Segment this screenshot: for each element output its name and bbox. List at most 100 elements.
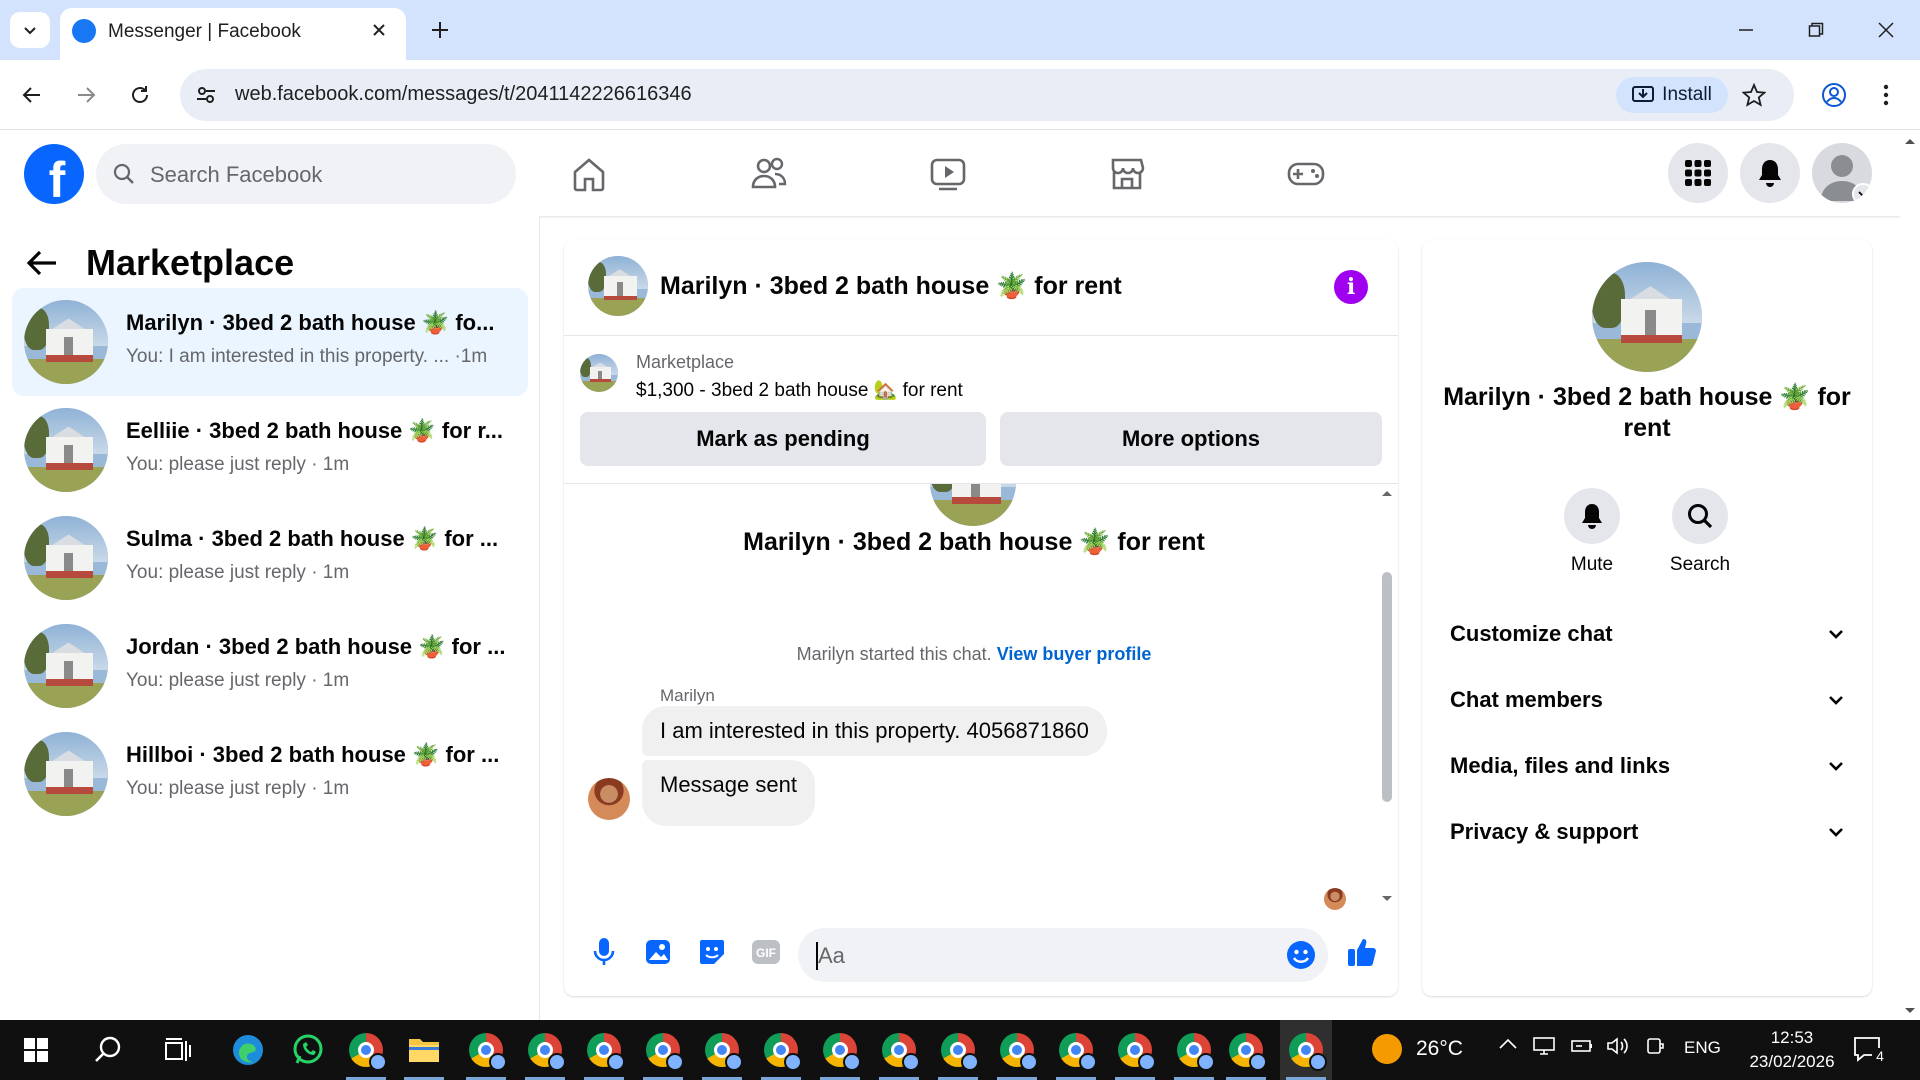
chrome-taskbar-button[interactable] bbox=[344, 1028, 388, 1080]
nav-video[interactable] bbox=[924, 150, 972, 198]
back-button[interactable] bbox=[14, 77, 50, 113]
chrome-taskbar-button[interactable] bbox=[1224, 1028, 1268, 1080]
address-bar[interactable]: web.facebook.com/messages/t/204114222661… bbox=[180, 69, 1794, 121]
conversation-item[interactable]: Eelliie · 3bed 2 bath house 🪴 for r... Y… bbox=[12, 396, 528, 504]
close-window-button[interactable] bbox=[1864, 10, 1908, 50]
show-hidden-icons-button[interactable] bbox=[1498, 1036, 1518, 1056]
chrome-taskbar-button[interactable] bbox=[700, 1028, 744, 1080]
search-action[interactable]: Search bbox=[1660, 488, 1740, 576]
forward-button[interactable] bbox=[68, 77, 104, 113]
volume-button[interactable] bbox=[1606, 1036, 1630, 1061]
chrome-taskbar-button-active[interactable] bbox=[1284, 1028, 1328, 1080]
chat-members-section[interactable]: Chat members bbox=[1434, 670, 1860, 730]
arrow-right-icon bbox=[78, 87, 96, 103]
menu-button[interactable] bbox=[1668, 143, 1728, 203]
voice-clip-button[interactable] bbox=[586, 934, 622, 970]
input-language[interactable]: ENG bbox=[1684, 1038, 1721, 1058]
system-clock[interactable]: 12:53 23/02/2026 bbox=[1744, 1026, 1840, 1074]
chrome-taskbar-button[interactable] bbox=[877, 1028, 921, 1080]
start-button[interactable] bbox=[14, 1028, 58, 1072]
listing-thumbnail[interactable] bbox=[1592, 262, 1702, 372]
weather-widget[interactable]: 26°C bbox=[1372, 1034, 1463, 1064]
restore-button[interactable] bbox=[1794, 10, 1838, 50]
tab-search-button[interactable] bbox=[10, 12, 50, 48]
chrome-taskbar-button[interactable] bbox=[523, 1028, 567, 1080]
edge-taskbar-button[interactable] bbox=[226, 1028, 270, 1072]
account-dropdown-badge[interactable] bbox=[1852, 183, 1872, 203]
profile-button[interactable] bbox=[1816, 77, 1852, 113]
conversation-item[interactable]: Sulma · 3bed 2 bath house 🪴 for ... You:… bbox=[12, 504, 528, 612]
whatsapp-taskbar-button[interactable] bbox=[286, 1028, 330, 1072]
attach-photo-button[interactable] bbox=[640, 934, 676, 970]
mark-as-pending-button[interactable]: Mark as pending bbox=[580, 412, 986, 466]
chrome-taskbar-button[interactable] bbox=[582, 1028, 626, 1080]
message-input[interactable]: Aa bbox=[798, 928, 1328, 982]
sender-avatar[interactable] bbox=[588, 778, 630, 820]
task-view-button[interactable] bbox=[156, 1028, 200, 1072]
url-text[interactable]: web.facebook.com/messages/t/204114222661… bbox=[235, 83, 692, 106]
search-in-conversation-button[interactable] bbox=[1672, 488, 1728, 544]
mute-button[interactable] bbox=[1564, 488, 1620, 544]
chrome-taskbar-button[interactable] bbox=[464, 1028, 508, 1080]
listing-thumbnail[interactable] bbox=[580, 354, 618, 392]
chrome-taskbar-button[interactable] bbox=[759, 1028, 803, 1080]
conversation-info-button[interactable]: i bbox=[1334, 270, 1368, 304]
page-scrollbar[interactable] bbox=[1900, 130, 1920, 1020]
view-buyer-profile-link[interactable]: View buyer profile bbox=[997, 644, 1152, 664]
media-files-links-section[interactable]: Media, files and links bbox=[1434, 736, 1860, 796]
back-arrow-icon[interactable] bbox=[26, 249, 58, 277]
account-avatar-button[interactable] bbox=[1812, 143, 1872, 203]
install-app-button[interactable]: Install bbox=[1616, 77, 1728, 113]
message-bubble[interactable]: Message sent bbox=[642, 760, 815, 826]
privacy-support-section[interactable]: Privacy & support bbox=[1434, 802, 1860, 862]
chrome-taskbar-button[interactable] bbox=[641, 1028, 685, 1080]
install-label: Install bbox=[1662, 84, 1712, 105]
nav-gaming[interactable] bbox=[1282, 150, 1330, 198]
browser-menu-button[interactable] bbox=[1868, 77, 1904, 113]
emoji-button[interactable] bbox=[1284, 938, 1318, 972]
close-tab-button[interactable] bbox=[366, 17, 392, 43]
chat-title[interactable]: Marilyn · 3bed 2 bath house 🪴 for rent bbox=[660, 272, 1122, 301]
nav-home[interactable] bbox=[565, 150, 613, 198]
conversation-item[interactable]: Jordan · 3bed 2 bath house 🪴 for ... You… bbox=[12, 612, 528, 720]
chrome-taskbar-button[interactable] bbox=[1054, 1028, 1098, 1080]
battery-button[interactable] bbox=[1570, 1036, 1594, 1061]
thread-scrollbar[interactable] bbox=[1376, 484, 1398, 910]
gif-button[interactable]: GIF bbox=[748, 934, 784, 970]
facebook-logo[interactable]: f bbox=[24, 144, 84, 208]
search-placeholder: Search Facebook bbox=[150, 162, 323, 187]
chrome-taskbar-button[interactable] bbox=[1113, 1028, 1157, 1080]
browser-tab[interactable]: Messenger | Facebook bbox=[60, 8, 406, 60]
more-options-button[interactable]: More options bbox=[1000, 412, 1382, 466]
message-bubble[interactable]: I am interested in this property. 405687… bbox=[642, 706, 1107, 756]
file-explorer-taskbar-button[interactable] bbox=[402, 1028, 446, 1080]
mute-action[interactable]: Mute bbox=[1552, 488, 1632, 576]
conversation-item[interactable]: Hillboi · 3bed 2 bath house 🪴 for ... Yo… bbox=[12, 720, 528, 828]
customize-chat-section[interactable]: Customize chat bbox=[1434, 604, 1860, 664]
chrome-taskbar-button[interactable] bbox=[818, 1028, 862, 1080]
sticker-button[interactable] bbox=[694, 934, 730, 970]
chat-header-thumbnail[interactable] bbox=[588, 256, 648, 316]
send-like-button[interactable] bbox=[1344, 934, 1380, 970]
conversation-item[interactable]: Marilyn · 3bed 2 bath house 🪴 fo... You:… bbox=[12, 288, 528, 396]
reload-button[interactable] bbox=[122, 77, 158, 113]
new-tab-button[interactable] bbox=[424, 14, 456, 46]
network-button[interactable] bbox=[1532, 1036, 1556, 1061]
chrome-taskbar-button[interactable] bbox=[1172, 1028, 1216, 1080]
minimize-button[interactable] bbox=[1724, 10, 1768, 50]
device-button[interactable] bbox=[1644, 1036, 1666, 1061]
listing-summary[interactable]: $1,300 - 3bed 2 bath house 🏡 for rent bbox=[636, 378, 963, 402]
scrollbar-thumb[interactable] bbox=[1382, 572, 1392, 802]
chat-header: Marilyn · 3bed 2 bath house 🪴 for rent i bbox=[564, 240, 1398, 336]
chrome-taskbar-button[interactable] bbox=[936, 1028, 980, 1080]
notification-center-button[interactable]: 4 bbox=[1852, 1034, 1888, 1068]
chrome-taskbar-button[interactable] bbox=[995, 1028, 1039, 1080]
site-info-button[interactable] bbox=[192, 81, 220, 109]
speaker-icon bbox=[1607, 1037, 1628, 1055]
bookmark-button[interactable] bbox=[1740, 81, 1768, 109]
notifications-button[interactable] bbox=[1740, 143, 1800, 203]
nav-marketplace[interactable] bbox=[1103, 150, 1151, 198]
taskbar-search-button[interactable] bbox=[86, 1028, 130, 1072]
facebook-search-input[interactable]: Search Facebook bbox=[96, 144, 516, 204]
nav-friends[interactable] bbox=[745, 150, 793, 198]
